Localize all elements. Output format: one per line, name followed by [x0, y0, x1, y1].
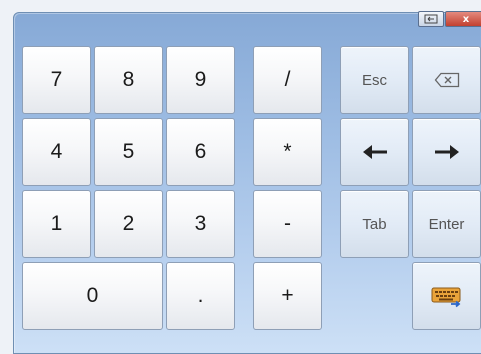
- esc-key[interactable]: Esc: [340, 46, 409, 114]
- backspace-key[interactable]: [412, 46, 481, 114]
- key-label: .: [197, 284, 204, 307]
- key-label: Tab: [362, 215, 387, 233]
- key-minus[interactable]: -: [253, 190, 322, 258]
- key-label: /: [284, 68, 291, 91]
- key-label: 9: [194, 68, 207, 91]
- backspace-icon: [434, 72, 459, 88]
- keyboard-key[interactable]: [412, 262, 481, 330]
- key-label: Enter: [428, 215, 465, 233]
- tab-key[interactable]: Tab: [340, 190, 409, 258]
- key-label: *: [283, 140, 292, 163]
- key-plus[interactable]: +: [253, 262, 322, 330]
- keyboard-icon: [431, 287, 460, 308]
- titlebar-buttons: x: [418, 11, 481, 27]
- close-button[interactable]: x: [445, 11, 481, 27]
- key-0[interactable]: 0: [22, 262, 163, 330]
- enter-key[interactable]: Enter: [412, 190, 481, 258]
- key-decimal[interactable]: .: [166, 262, 235, 330]
- swap-keyboard-button[interactable]: [418, 11, 444, 27]
- key-divide[interactable]: /: [253, 46, 322, 114]
- key-2[interactable]: 2: [94, 190, 163, 258]
- key-label: 5: [122, 140, 135, 163]
- key-5[interactable]: 5: [94, 118, 163, 186]
- key-6[interactable]: 6: [166, 118, 235, 186]
- key-8[interactable]: 8: [94, 46, 163, 114]
- key-label: 6: [194, 140, 207, 163]
- key-label: 3: [194, 212, 207, 235]
- key-label: +: [281, 284, 294, 307]
- left-arrow-icon: [362, 145, 387, 159]
- key-label: Esc: [361, 71, 387, 89]
- key-label: 8: [122, 68, 135, 91]
- right-arrow-key[interactable]: [412, 118, 481, 186]
- right-arrow-icon: [434, 145, 459, 159]
- key-label: 7: [50, 68, 63, 91]
- key-4[interactable]: 4: [22, 118, 91, 186]
- swap-keyboard-icon: [424, 14, 438, 24]
- key-7[interactable]: 7: [22, 46, 91, 114]
- key-1[interactable]: 1: [22, 190, 91, 258]
- key-label: -: [284, 212, 291, 235]
- left-arrow-key[interactable]: [340, 118, 409, 186]
- key-label: 4: [50, 140, 63, 163]
- key-multiply[interactable]: *: [253, 118, 322, 186]
- key-label: 0: [86, 284, 99, 307]
- key-label: 1: [50, 212, 63, 235]
- key-9[interactable]: 9: [166, 46, 235, 114]
- key-3[interactable]: 3: [166, 190, 235, 258]
- key-label: 2: [122, 212, 135, 235]
- close-icon: x: [462, 13, 470, 25]
